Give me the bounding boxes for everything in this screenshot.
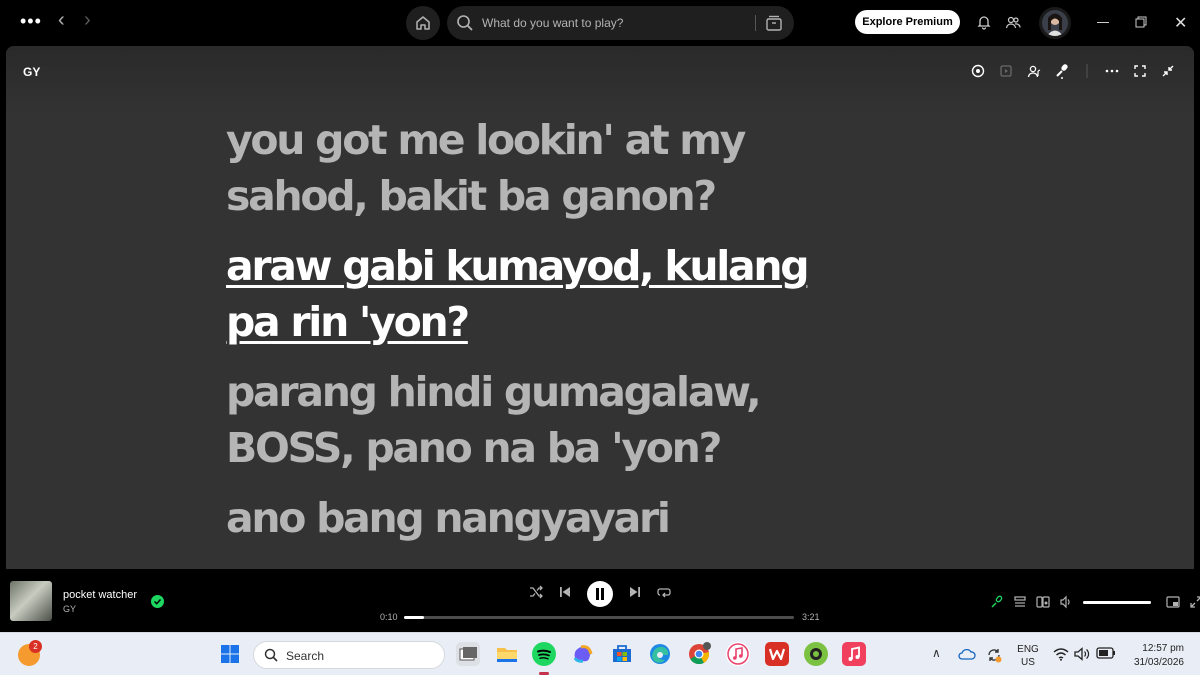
pause-button[interactable] [587,581,613,607]
lyrics-sync-icon[interactable] [964,62,992,80]
back-button[interactable]: ‹ [58,9,65,32]
copilot-icon[interactable] [571,642,595,666]
current-time: 0:10 [380,612,398,622]
extra-controls [985,595,1200,609]
app-menu-button[interactable]: ••• [20,12,42,30]
panel-artist-title: GY [23,65,41,79]
itunes-icon[interactable] [726,642,750,666]
miniplayer-icon[interactable] [1161,595,1184,609]
maximize-icon[interactable] [1135,16,1147,28]
home-icon [416,16,430,30]
spotify-icon[interactable] [532,642,556,666]
search-icon [264,648,278,662]
home-button[interactable] [406,6,440,40]
panel-toolbar [964,62,1182,80]
minimize-icon[interactable] [1097,22,1109,23]
edge-icon[interactable] [648,642,672,666]
collapse-icon[interactable] [1154,62,1182,80]
sync-icon[interactable] [986,647,1002,663]
track-title[interactable]: pocket watcher [63,589,137,601]
task-view-icon[interactable] [456,642,480,666]
lyrics-mic-icon[interactable] [985,595,1008,609]
search-bar[interactable]: What do you want to play? [447,6,794,40]
file-explorer-icon[interactable] [495,642,519,666]
windows-taskbar: 2 Search ∧ ENG US 12:57 pm 31/03/2026 [0,632,1200,675]
progress-fill [404,616,424,619]
clock[interactable]: 12:57 pm 31/03/2026 [1124,642,1184,670]
volume-fill [1083,600,1151,604]
connect-device-icon[interactable] [1031,595,1054,609]
queue-icon[interactable] [1008,595,1031,609]
app-icon-green[interactable] [804,642,828,666]
input-language[interactable]: ENG US [1016,643,1040,669]
album-cover[interactable] [10,581,52,621]
search-divider [755,15,756,31]
top-bar: ••• ‹ › What do you want to play? Explor… [0,0,1200,46]
fullscreen-icon[interactable] [1126,62,1154,80]
next-icon[interactable] [628,585,642,599]
browse-icon[interactable] [765,14,783,32]
tray-overflow-icon[interactable]: ∧ [932,646,941,660]
track-artist[interactable]: GY [63,604,76,614]
close-icon[interactable]: ✕ [1174,13,1187,33]
speaker-icon[interactable] [1074,647,1090,661]
onedrive-icon[interactable] [958,647,976,661]
total-time: 3:21 [802,612,820,622]
clock-date: 31/03/2026 [1133,657,1184,668]
video-icon[interactable] [992,62,1020,80]
language-code: ENG [1017,644,1039,655]
player-bar: pocket watcher GY 0:10 3:21 [0,569,1200,632]
taskbar-search-box[interactable]: Search [253,641,445,669]
forward-button[interactable]: › [84,9,91,32]
saved-check-icon[interactable] [151,595,164,608]
windows-start-icon[interactable] [220,644,240,664]
volume-slider[interactable] [1083,600,1151,604]
toolbar-separator [1076,62,1098,80]
explore-premium-button[interactable]: Explore Premium [855,10,960,34]
chrome-icon[interactable] [687,642,711,666]
artist-icon[interactable] [1020,62,1048,80]
lyric-line[interactable]: ano bang nangyayari [226,490,846,546]
repeat-icon[interactable] [657,585,671,599]
more-icon[interactable] [1098,62,1126,80]
progress-bar[interactable] [404,616,794,619]
lyric-line[interactable]: parang hindi gumagalaw, BOSS, pano na ba… [226,364,846,476]
lyrics-list: you got me lookin' at my sahod, bakit ba… [226,112,846,560]
taskbar-search-label: Search [286,649,325,663]
previous-icon[interactable] [558,585,572,599]
lyrics-panel: GY you got me lookin' at my sahod, bakit… [6,46,1194,569]
apple-music-icon[interactable] [842,642,866,666]
mic-icon[interactable] [1048,62,1076,80]
region-code: US [1021,657,1035,668]
shuffle-icon[interactable] [529,585,543,599]
lyric-line[interactable]: you got me lookin' at my sahod, bakit ba… [226,112,846,224]
search-icon [457,15,473,31]
wps-office-icon[interactable] [765,642,789,666]
lyric-line-active[interactable]: araw gabi kumayod, kulang pa rin 'yon? [226,238,846,350]
microsoft-store-icon[interactable] [610,642,634,666]
bell-icon[interactable] [976,14,992,30]
clock-time: 12:57 pm [1142,643,1184,654]
pause-icon [596,588,604,600]
avatar[interactable] [1039,7,1071,39]
volume-icon[interactable] [1054,595,1077,609]
weather-badge: 2 [29,640,42,653]
friends-icon[interactable] [1005,14,1021,30]
search-input[interactable]: What do you want to play? [482,16,623,30]
wifi-icon[interactable] [1053,647,1069,661]
fullscreen-player-icon[interactable] [1184,595,1200,609]
battery-icon[interactable] [1096,647,1116,659]
